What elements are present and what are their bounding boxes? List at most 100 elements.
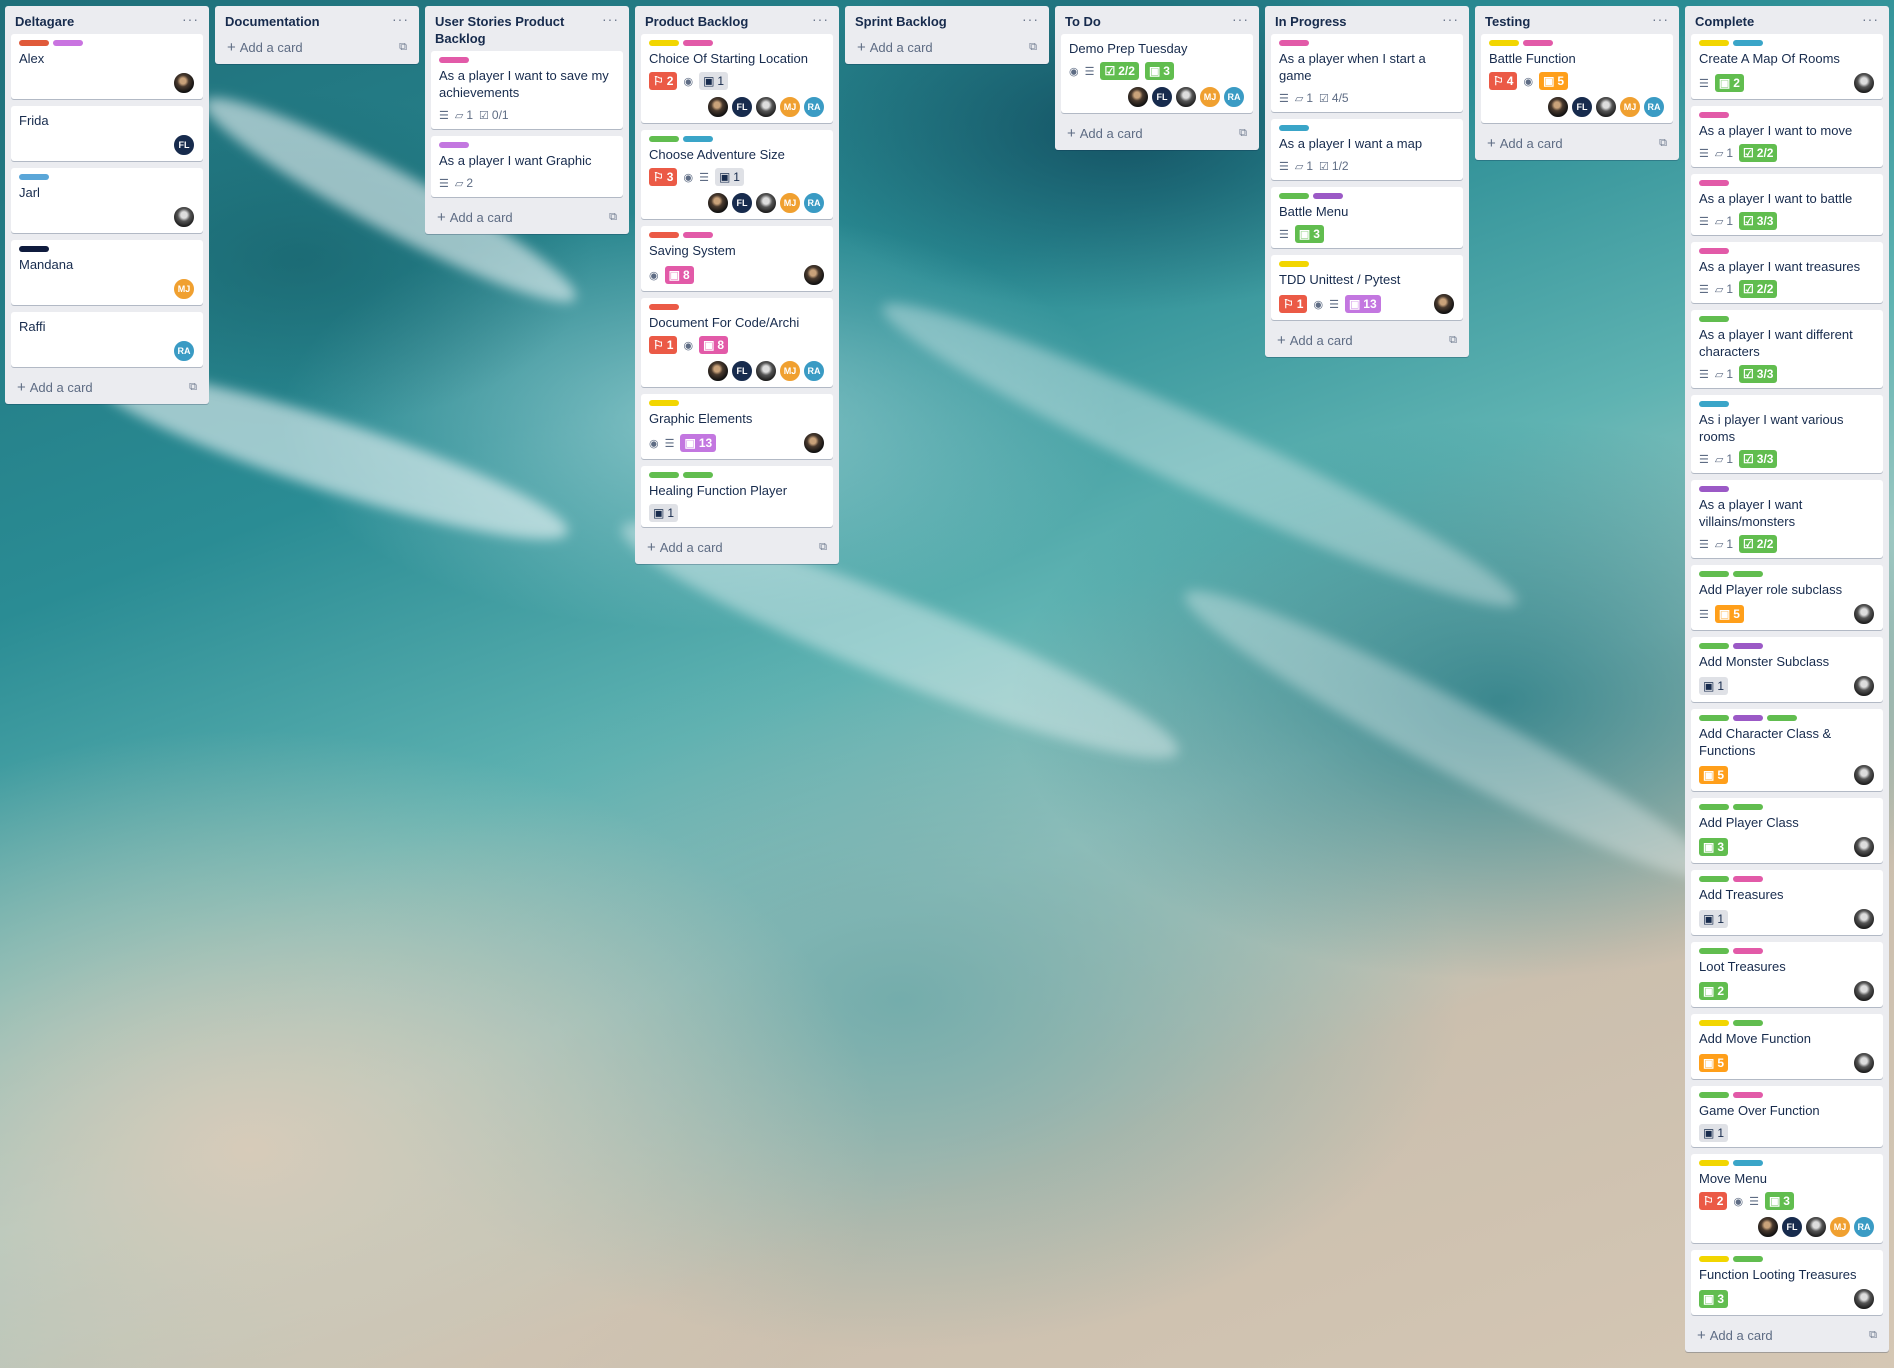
avatar[interactable] [1757, 1216, 1779, 1238]
card[interactable]: Alex [11, 34, 203, 99]
card[interactable]: Add Player role subclass ☰ ▣ 5 [1691, 565, 1883, 630]
card-label[interactable] [1279, 125, 1309, 131]
card[interactable]: Frida FL [11, 106, 203, 161]
card-label[interactable] [1699, 248, 1729, 254]
card-template-icon[interactable]: ⧉ [189, 381, 197, 394]
card-template-icon[interactable]: ⧉ [1029, 41, 1037, 54]
avatar[interactable] [173, 72, 195, 94]
list-title[interactable]: Testing [1485, 13, 1536, 30]
card-label[interactable] [1733, 715, 1763, 721]
add-card-button[interactable]: + Add a card ⧉ [1691, 1322, 1883, 1346]
card-label[interactable] [1699, 486, 1729, 492]
list-title[interactable]: Complete [1695, 13, 1760, 30]
avatar[interactable]: MJ [173, 278, 195, 300]
avatar[interactable] [1175, 86, 1197, 108]
avatar[interactable] [1853, 72, 1875, 94]
avatar[interactable]: RA [803, 360, 825, 382]
card[interactable]: Add Move Function ▣ 5 [1691, 1014, 1883, 1079]
card-label[interactable] [1733, 948, 1763, 954]
card-template-icon[interactable]: ⧉ [1869, 1329, 1877, 1342]
avatar[interactable] [1853, 603, 1875, 625]
more-icon[interactable]: ··· [1022, 12, 1039, 26]
card-label[interactable] [19, 40, 49, 46]
card-label[interactable] [1699, 643, 1729, 649]
card-label[interactable] [1279, 193, 1309, 199]
avatar[interactable]: RA [1853, 1216, 1875, 1238]
add-card-button[interactable]: + Add a card ⧉ [1061, 120, 1253, 144]
more-icon[interactable]: ··· [1862, 12, 1879, 26]
more-icon[interactable]: ··· [602, 12, 619, 26]
avatar[interactable]: FL [1781, 1216, 1803, 1238]
more-icon[interactable]: ··· [1232, 12, 1249, 26]
avatar[interactable] [1595, 96, 1617, 118]
card[interactable]: As a player I want treasures ☰ ▱ 1 ☑ 2/2 [1691, 242, 1883, 303]
card[interactable]: As a player when I start a game ☰ ▱ 1 ☑ 4/5 [1271, 34, 1463, 112]
avatar[interactable] [755, 192, 777, 214]
card[interactable]: Document For Code/Archi ⚐ 1 ◉ ▣ 8 FL MJ RA [641, 298, 833, 387]
card-template-icon[interactable]: ⧉ [819, 541, 827, 554]
card[interactable]: Loot Treasures ▣ 2 [1691, 942, 1883, 1007]
card[interactable]: As a player I want Graphic ☰ ▱ 2 [431, 136, 623, 197]
card[interactable]: As a player I want different characters ☰… [1691, 310, 1883, 388]
list-title[interactable]: Documentation [225, 13, 326, 30]
card-label[interactable] [1733, 643, 1763, 649]
card-label[interactable] [1699, 180, 1729, 186]
avatar[interactable] [707, 192, 729, 214]
card-label[interactable] [1733, 1256, 1763, 1262]
avatar[interactable] [1853, 1052, 1875, 1074]
avatar[interactable] [1853, 980, 1875, 1002]
card[interactable]: Graphic Elements ◉ ☰ ▣ 13 [641, 394, 833, 459]
card[interactable]: Add Treasures ▣ 1 [1691, 870, 1883, 935]
card-label[interactable] [439, 57, 469, 63]
add-card-button[interactable]: + Add a card ⧉ [1481, 130, 1673, 154]
avatar[interactable]: RA [173, 340, 195, 362]
avatar[interactable]: MJ [779, 360, 801, 382]
card[interactable]: As a player I want villains/monsters ☰ ▱ 1 ☑… [1691, 480, 1883, 558]
list-title[interactable]: To Do [1065, 13, 1107, 30]
card[interactable]: Create A Map Of Rooms ☰ ▣ 2 [1691, 34, 1883, 99]
card-label[interactable] [1699, 40, 1729, 46]
card[interactable]: Choose Adventure Size ⚐ 3 ◉ ☰ ▣ 1 FL MJ RA [641, 130, 833, 219]
card[interactable]: Game Over Function ▣ 1 [1691, 1086, 1883, 1147]
card-label[interactable] [649, 472, 679, 478]
avatar[interactable] [1547, 96, 1569, 118]
card-label[interactable] [649, 304, 679, 310]
card-template-icon[interactable]: ⧉ [399, 41, 407, 54]
avatar[interactable] [1853, 908, 1875, 930]
card-label[interactable] [19, 174, 49, 180]
card-template-icon[interactable]: ⧉ [1449, 334, 1457, 347]
card-label[interactable] [1733, 1020, 1763, 1026]
avatar[interactable]: RA [1643, 96, 1665, 118]
card[interactable]: Demo Prep Tuesday ◉ ☰ ☑ 2/2 ▣ 3 FL MJ RA [1061, 34, 1253, 113]
card[interactable]: Add Monster Subclass ▣ 1 [1691, 637, 1883, 702]
more-icon[interactable]: ··· [1652, 12, 1669, 26]
card[interactable]: As a player I want to battle ☰ ▱ 1 ☑ 3/3 [1691, 174, 1883, 235]
list-title[interactable]: User Stories Product Backlog [435, 13, 602, 47]
card[interactable]: Mandana MJ [11, 240, 203, 305]
card-label[interactable] [1699, 112, 1729, 118]
card[interactable]: Move Menu ⚐ 2 ◉ ☰ ▣ 3 FL MJ RA [1691, 1154, 1883, 1243]
more-icon[interactable]: ··· [392, 12, 409, 26]
card[interactable]: As a player I want a map ☰ ▱ 1 ☑ 1/2 [1271, 119, 1463, 180]
card[interactable]: Battle Menu ☰ ▣ 3 [1271, 187, 1463, 248]
more-icon[interactable]: ··· [812, 12, 829, 26]
add-card-button[interactable]: + Add a card ⧉ [11, 374, 203, 398]
card-label[interactable] [1767, 715, 1797, 721]
more-icon[interactable]: ··· [182, 12, 199, 26]
avatar[interactable] [755, 360, 777, 382]
list-title[interactable]: Product Backlog [645, 13, 754, 30]
card-label[interactable] [439, 142, 469, 148]
avatar[interactable]: RA [803, 96, 825, 118]
avatar[interactable]: MJ [1619, 96, 1641, 118]
card-label[interactable] [1699, 1160, 1729, 1166]
avatar[interactable]: FL [1151, 86, 1173, 108]
card[interactable]: Jarl [11, 168, 203, 233]
avatar[interactable] [755, 96, 777, 118]
avatar[interactable]: FL [731, 96, 753, 118]
card-label[interactable] [1699, 715, 1729, 721]
add-card-button[interactable]: + Add a card ⧉ [1271, 327, 1463, 351]
list-title[interactable]: Sprint Backlog [855, 13, 953, 30]
card-label[interactable] [649, 400, 679, 406]
avatar[interactable] [707, 360, 729, 382]
card-label[interactable] [1699, 948, 1729, 954]
